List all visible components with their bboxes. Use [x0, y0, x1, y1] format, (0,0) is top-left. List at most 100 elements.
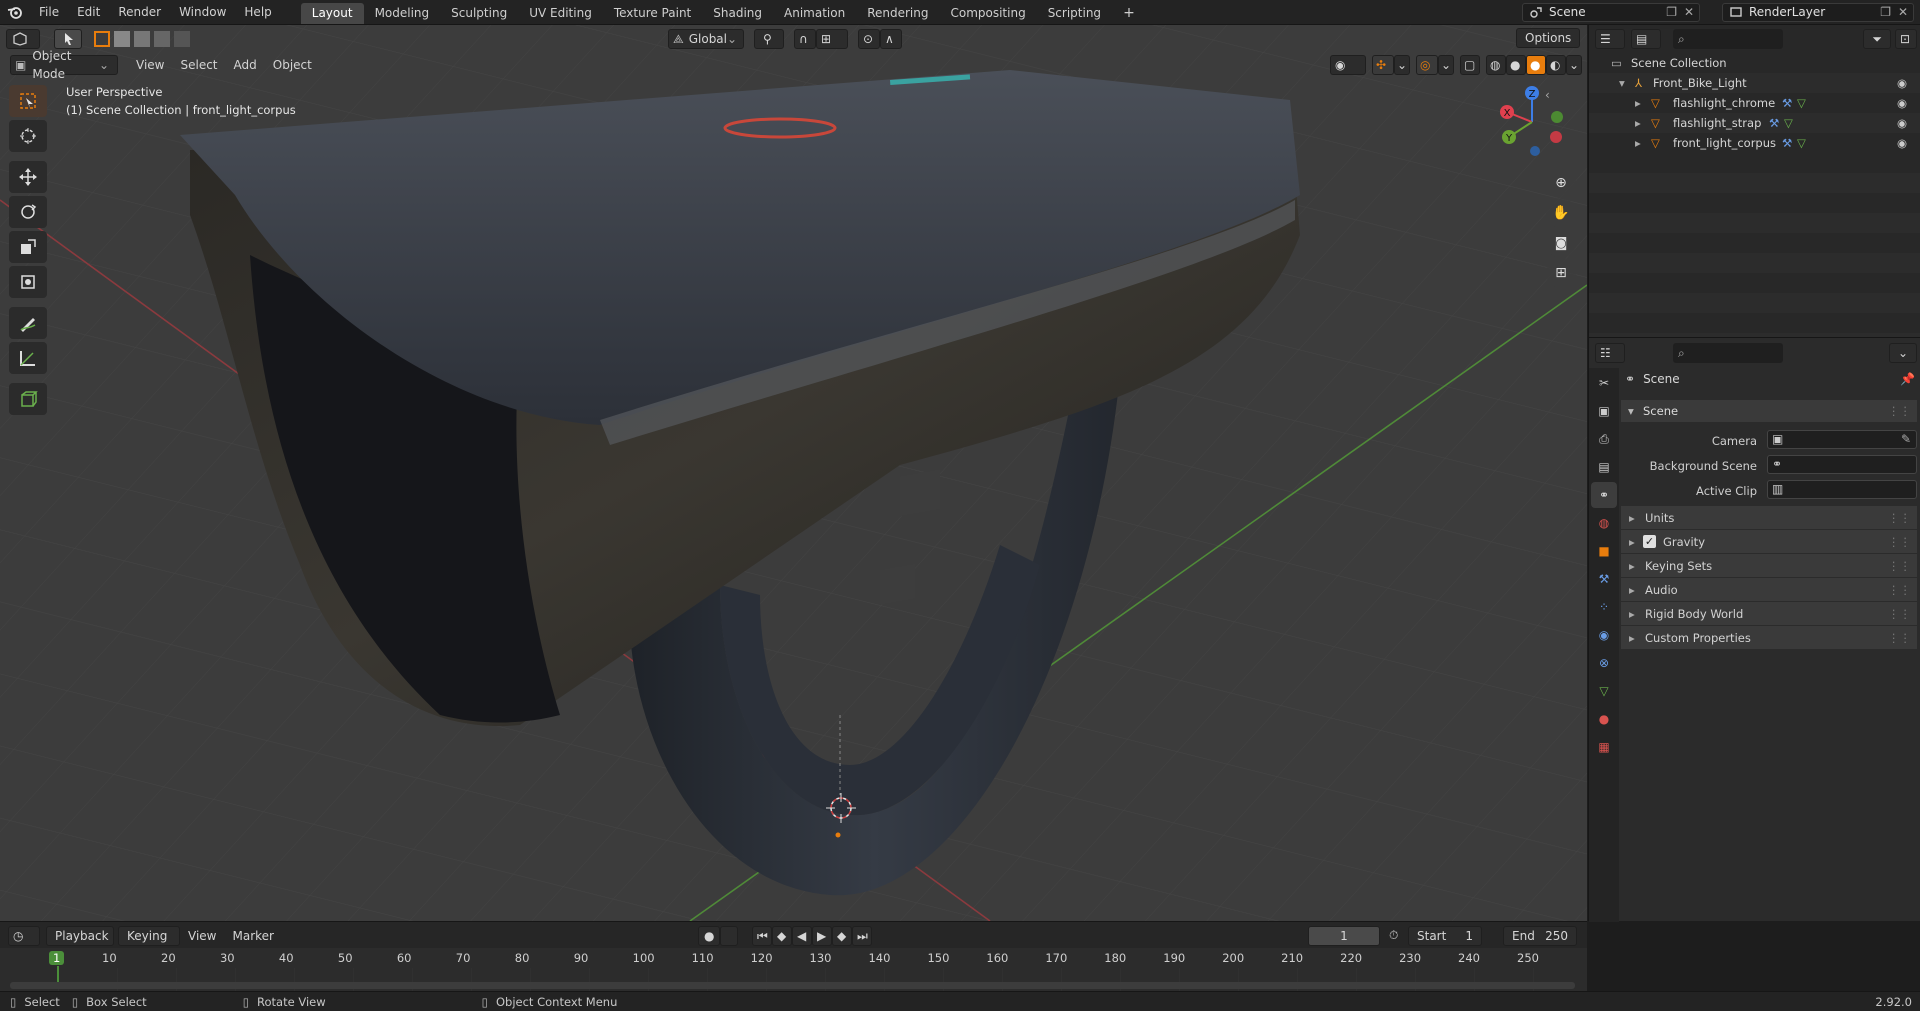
- transform-orientation-dropdown[interactable]: ⟁ Global ⌄: [668, 29, 744, 49]
- tab-shading[interactable]: Shading: [702, 3, 773, 24]
- move-tool[interactable]: [9, 161, 47, 193]
- eye-icon[interactable]: ◉: [1897, 133, 1907, 153]
- zoom-button[interactable]: ⊕: [1546, 168, 1576, 198]
- close-icon[interactable]: ✕: [1898, 4, 1908, 21]
- blender-logo-icon[interactable]: [0, 0, 30, 25]
- menu-object[interactable]: Object: [265, 58, 320, 72]
- material-preview-button[interactable]: ●: [1526, 55, 1546, 75]
- solid-shading-button[interactable]: ●: [1506, 55, 1526, 75]
- rigid-body-world-panel[interactable]: ▸ Rigid Body World ⋮⋮: [1621, 602, 1917, 626]
- new-collection-button[interactable]: ⊡: [1895, 29, 1917, 49]
- snap-target-dropdown[interactable]: ⊞: [816, 29, 848, 49]
- tab-render[interactable]: ▣: [1591, 398, 1617, 424]
- tab-texture-paint[interactable]: Texture Paint: [603, 3, 702, 24]
- rendered-shading-button[interactable]: ◐: [1546, 55, 1566, 75]
- play-button[interactable]: ▶: [812, 926, 832, 946]
- falloff-dropdown[interactable]: ∧: [880, 29, 902, 49]
- tab-object[interactable]: ■: [1591, 538, 1617, 564]
- close-icon[interactable]: ✕: [1684, 4, 1694, 21]
- viewport-scene[interactable]: [0, 25, 1587, 921]
- chevron-down-icon[interactable]: ▾: [1619, 73, 1625, 93]
- outliner-search-input[interactable]: ⌕: [1673, 29, 1783, 49]
- tab-animation[interactable]: Animation: [773, 3, 856, 24]
- menu-view[interactable]: View: [180, 929, 224, 943]
- eyedropper-icon[interactable]: ✎: [1901, 432, 1911, 446]
- measure-tool[interactable]: [9, 342, 47, 374]
- eye-icon[interactable]: ◉: [1897, 113, 1907, 133]
- outliner-row-flashlight-chrome[interactable]: ▸ ▽ flashlight_chrome ⚒ ▽ ◉: [1589, 93, 1920, 113]
- tab-scripting[interactable]: Scripting: [1037, 3, 1112, 24]
- pin-icon[interactable]: 📌: [1900, 372, 1915, 386]
- editor-type-button[interactable]: [6, 29, 40, 49]
- menu-window[interactable]: Window: [170, 0, 235, 25]
- tab-world[interactable]: ◍: [1591, 510, 1617, 536]
- select-intersect-icon[interactable]: [174, 31, 190, 47]
- chevron-right-icon[interactable]: ▸: [1635, 93, 1641, 113]
- mesh-data-icon[interactable]: ▽: [1784, 113, 1793, 133]
- copy-scene-icon[interactable]: ❐: [1666, 4, 1677, 21]
- filter-dropdown[interactable]: ⏷: [1863, 29, 1891, 49]
- collapse-arrow-icon[interactable]: ‹: [1545, 88, 1550, 102]
- menu-marker[interactable]: Marker: [224, 929, 281, 943]
- tab-uv-editing[interactable]: UV Editing: [518, 3, 603, 24]
- tab-tool[interactable]: ✂: [1591, 370, 1617, 396]
- timeline-scrollbar[interactable]: [10, 982, 1575, 989]
- select-subtract-icon[interactable]: [134, 31, 150, 47]
- outliner-row-front-light-corpus[interactable]: ▸ ▽ front_light_corpus ⚒ ▽ ◉: [1589, 133, 1920, 153]
- auto-keying-dropdown[interactable]: [720, 926, 738, 946]
- timeline-ruler[interactable]: 1 10 20 30 40 50 60 70 80 90 100 110 120 130 140 150 160…: [0, 948, 1587, 992]
- overlays-toggle[interactable]: ◎: [1416, 55, 1438, 75]
- tab-constraints[interactable]: ⊗: [1591, 650, 1617, 676]
- gravity-checkbox[interactable]: ✓: [1643, 535, 1656, 548]
- audio-panel[interactable]: ▸ Audio ⋮⋮: [1621, 578, 1917, 602]
- select-extend-icon[interactable]: [114, 31, 130, 47]
- custom-properties-panel[interactable]: ▸ Custom Properties ⋮⋮: [1621, 626, 1917, 650]
- add-workspace-button[interactable]: +: [1112, 3, 1146, 24]
- tab-layout[interactable]: Layout: [300, 2, 364, 24]
- gravity-panel[interactable]: ▸ ✓ Gravity ⋮⋮: [1621, 530, 1917, 554]
- copy-layer-icon[interactable]: ❐: [1880, 4, 1891, 21]
- drag-handle-icon[interactable]: ⋮⋮: [1888, 626, 1911, 650]
- tab-physics[interactable]: ◉: [1591, 622, 1617, 648]
- eye-icon[interactable]: ◉: [1897, 73, 1907, 93]
- wireframe-shading-button[interactable]: ◍: [1486, 55, 1506, 75]
- mode-dropdown[interactable]: ▣ Object Mode ⌄: [10, 49, 118, 81]
- camera-view-button[interactable]: ◙: [1546, 228, 1576, 258]
- properties-options-dropdown[interactable]: ⌄: [1888, 343, 1917, 363]
- drag-handle-icon[interactable]: ⋮⋮: [1888, 602, 1911, 626]
- rotate-tool[interactable]: [9, 196, 47, 228]
- tab-modeling[interactable]: Modeling: [364, 3, 441, 24]
- add-cube-tool[interactable]: [9, 383, 47, 415]
- pivot-point-dropdown[interactable]: ⚲: [754, 29, 784, 49]
- timeline-editor-type[interactable]: ◷: [8, 926, 40, 946]
- start-frame-field[interactable]: Start 1: [1408, 926, 1482, 946]
- menu-add[interactable]: Add: [226, 58, 265, 72]
- gizmo-dropdown[interactable]: ⌄: [1394, 55, 1410, 75]
- proportional-edit-toggle[interactable]: ⊙: [858, 29, 880, 49]
- tab-data[interactable]: ▽: [1591, 678, 1617, 704]
- outliner-row-flashlight-strap[interactable]: ▸ ▽ flashlight_strap ⚒ ▽ ◉: [1589, 113, 1920, 133]
- visibility-dropdown[interactable]: ◉: [1330, 55, 1366, 75]
- scene-field[interactable]: Scene ❐ ✕: [1522, 3, 1700, 22]
- tab-view-layer[interactable]: ▤: [1591, 454, 1617, 480]
- jump-end-button[interactable]: ⏭: [852, 926, 872, 946]
- record-button[interactable]: ●: [698, 926, 720, 946]
- tab-output[interactable]: ⎙: [1591, 426, 1617, 452]
- snap-toggle[interactable]: ∩: [794, 29, 816, 49]
- select-invert-icon[interactable]: [154, 31, 170, 47]
- gizmo-toggle[interactable]: ✣: [1372, 55, 1394, 75]
- drag-handle-icon[interactable]: ⋮⋮: [1888, 530, 1911, 554]
- tab-modifiers[interactable]: ⚒: [1591, 566, 1617, 592]
- tab-compositing[interactable]: Compositing: [939, 3, 1036, 24]
- drag-handle-icon[interactable]: ⋮⋮: [1888, 554, 1911, 578]
- menu-select[interactable]: Select: [172, 58, 225, 72]
- navigation-gizmo[interactable]: Z X Y: [1495, 85, 1570, 160]
- menu-file[interactable]: File: [30, 0, 68, 25]
- tab-texture[interactable]: ▦: [1591, 734, 1617, 760]
- select-new-icon[interactable]: [94, 31, 110, 47]
- tab-rendering[interactable]: Rendering: [856, 3, 939, 24]
- cursor-tool[interactable]: [9, 120, 47, 152]
- pan-button[interactable]: ✋: [1546, 198, 1576, 228]
- menu-view[interactable]: View: [128, 58, 172, 72]
- outliner-editor-type[interactable]: ☰: [1595, 29, 1625, 49]
